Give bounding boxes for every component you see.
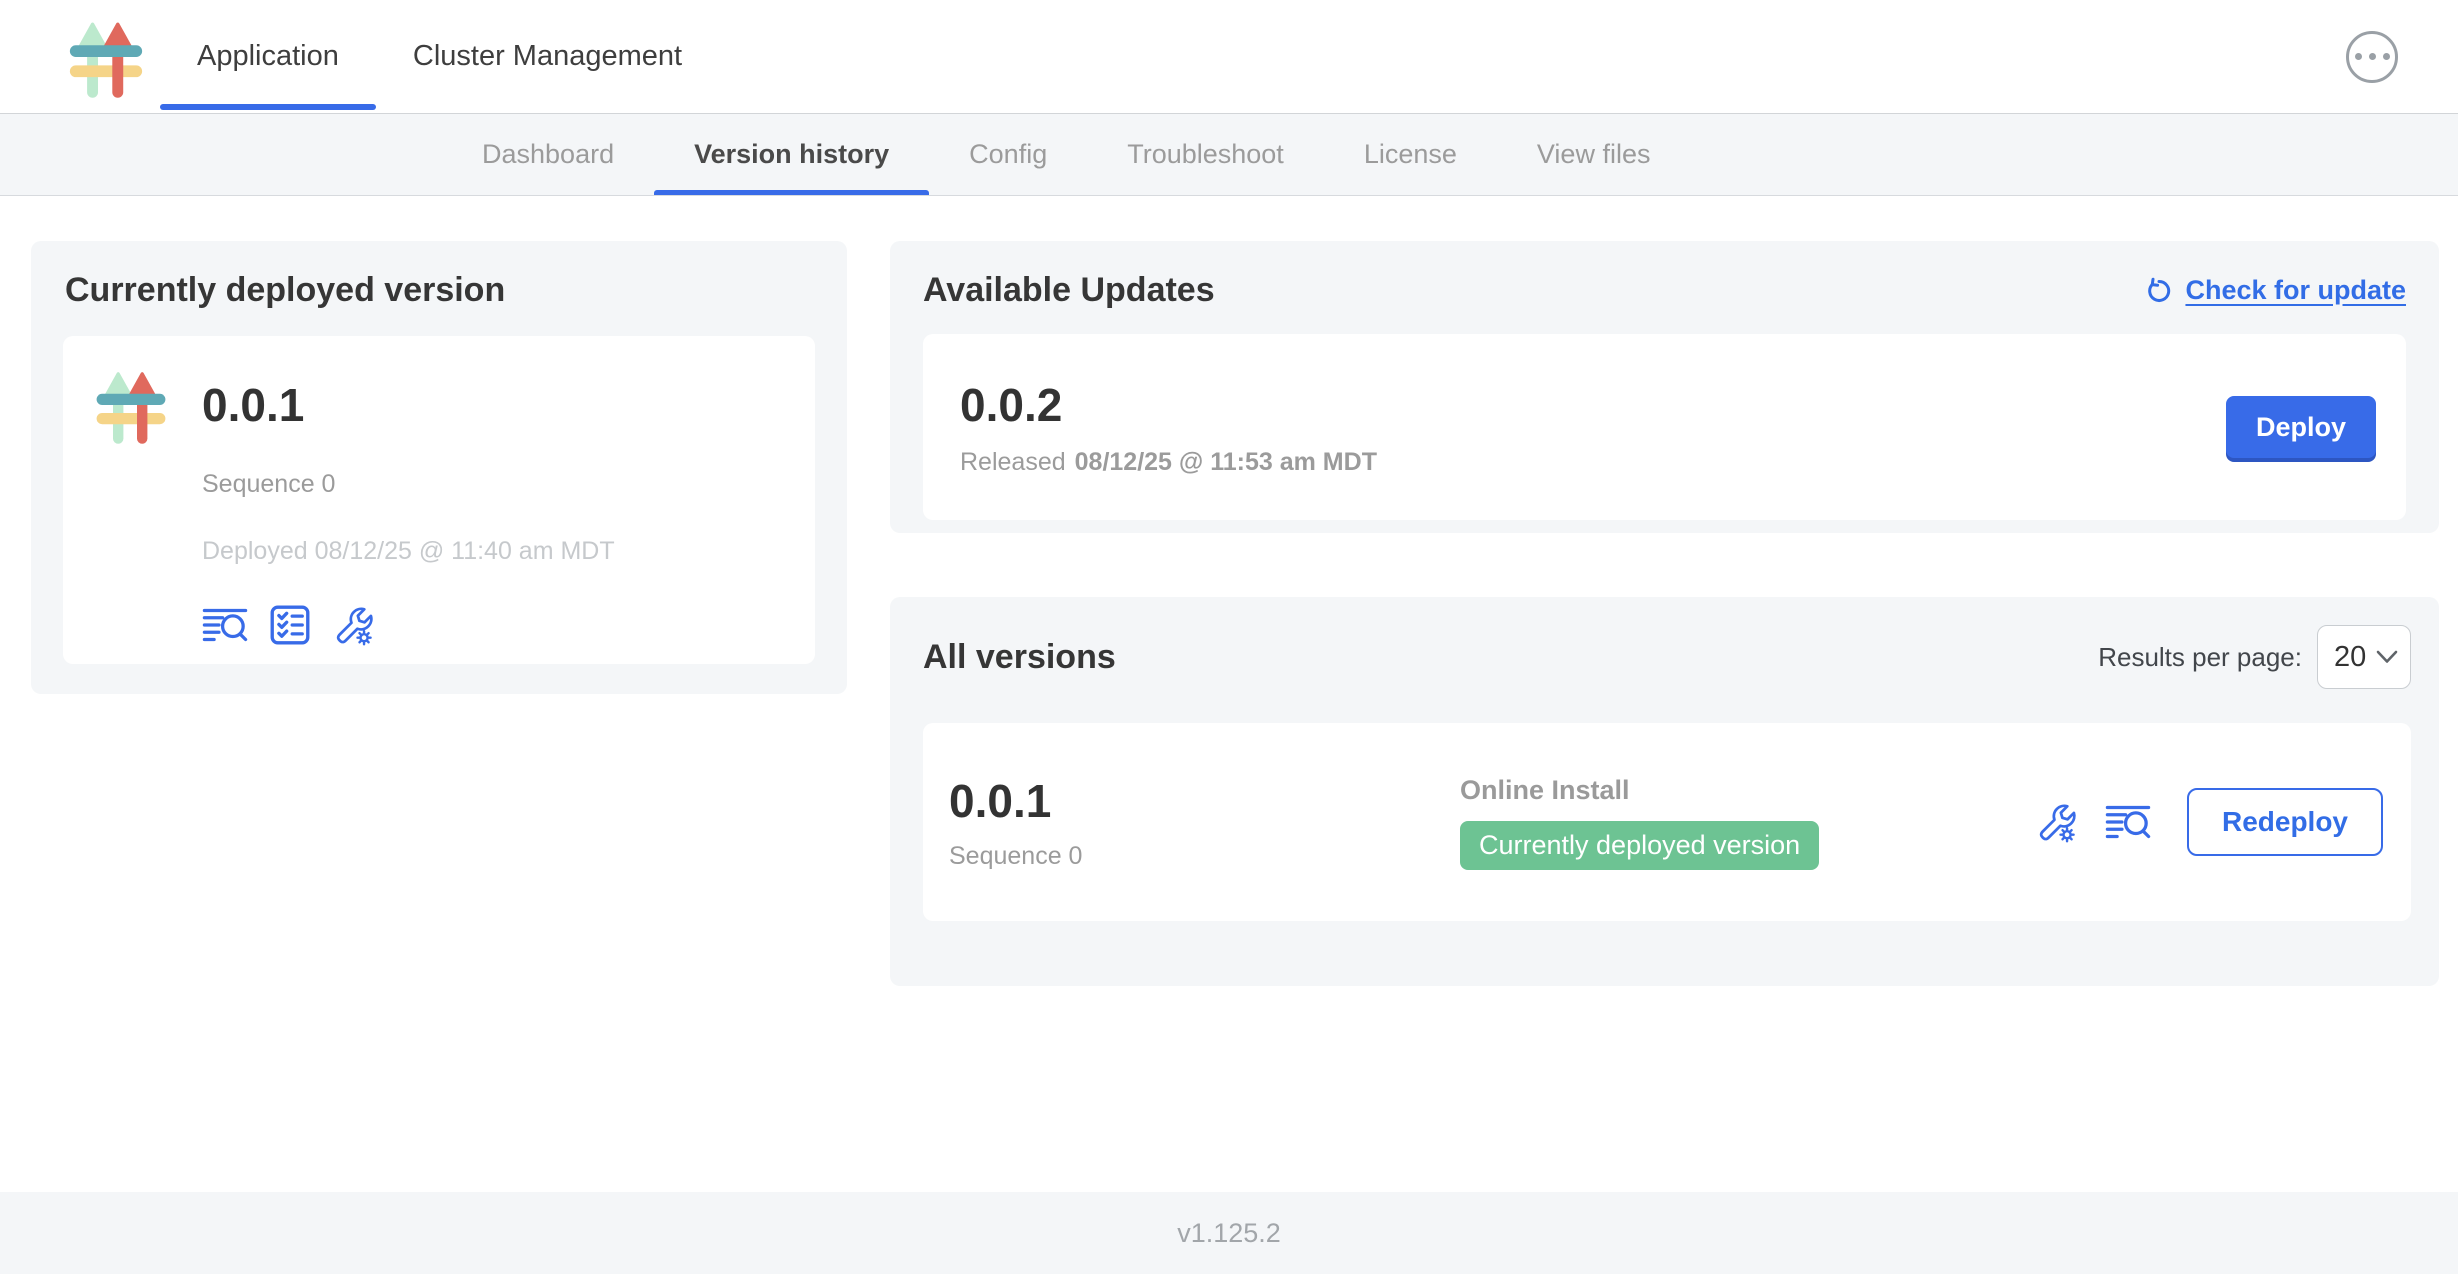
subtab-dashboard-label: Dashboard (482, 139, 614, 170)
all-versions-title: All versions (923, 638, 1116, 677)
available-updates-title: Available Updates (923, 271, 1215, 310)
edit-config-button[interactable] (332, 604, 374, 646)
subtab-license-label: License (1364, 139, 1457, 170)
subtab-version-history-label: Version history (694, 139, 889, 170)
redeploy-button[interactable]: Redeploy (2187, 788, 2383, 856)
available-updates-panel: Available Updates Check for update 0.0.2… (890, 241, 2439, 533)
app-version-icon (91, 362, 171, 453)
app-subnav: Dashboard Version history Config Trouble… (0, 114, 2458, 196)
subtab-version-history[interactable]: Version history (654, 114, 929, 195)
refresh-icon (2144, 276, 2174, 306)
app-logo-icon (62, 15, 150, 99)
install-type-label: Online Install (1460, 775, 1819, 806)
main-content: Currently deployed version 0.0.1 Sequenc… (0, 196, 2458, 1192)
view-logs-icon (2105, 803, 2151, 841)
check-for-update-link[interactable]: Check for update (2144, 275, 2406, 306)
currently-deployed-panel: Currently deployed version 0.0.1 Sequenc… (31, 241, 847, 694)
row-view-logs-button[interactable] (2105, 803, 2151, 841)
update-version-number: 0.0.2 (960, 378, 1377, 432)
row-edit-config-button[interactable] (2035, 801, 2077, 843)
version-row: 0.0.1 Sequence 0 Online Install Currentl… (923, 723, 2411, 921)
page-footer: v1.125.2 (0, 1192, 2458, 1274)
view-logs-icon (202, 606, 248, 644)
subtab-view-files-label: View files (1537, 139, 1651, 170)
subtab-config[interactable]: Config (929, 114, 1087, 195)
subtab-view-files[interactable]: View files (1497, 114, 1691, 195)
currently-deployed-card: 0.0.1 Sequence 0 Deployed 08/12/25 @ 11:… (63, 336, 815, 664)
row-sequence: Sequence 0 (949, 842, 1460, 871)
subtab-troubleshoot-label: Troubleshoot (1127, 139, 1284, 170)
tab-cluster-management[interactable]: Cluster Management (376, 0, 719, 113)
deployed-version-number: 0.0.1 (202, 362, 815, 448)
results-per-page-label: Results per page: (2098, 642, 2302, 673)
view-deploy-logs-button[interactable] (202, 606, 248, 644)
available-update-row: 0.0.2 Released08/12/25 @ 11:53 am MDT De… (923, 334, 2406, 520)
row-version-number: 0.0.1 (949, 774, 1460, 828)
top-nav: Application Cluster Management (160, 0, 719, 113)
results-per-page-select[interactable]: 20 (2317, 625, 2411, 689)
tab-cluster-management-label: Cluster Management (413, 40, 682, 73)
config-wrench-gear-icon (332, 604, 374, 646)
tab-application[interactable]: Application (160, 0, 376, 113)
app-logo (0, 0, 160, 113)
subtab-troubleshoot[interactable]: Troubleshoot (1087, 114, 1324, 195)
currently-deployed-title: Currently deployed version (65, 271, 815, 310)
more-menu-button[interactable] (2346, 31, 2398, 83)
subtab-config-label: Config (969, 139, 1047, 170)
tab-application-label: Application (197, 40, 339, 73)
all-versions-panel: All versions Results per page: 20 0.0.1 … (890, 597, 2439, 986)
deployed-sequence: Sequence 0 (202, 470, 815, 499)
admin-console-version: v1.125.2 (1177, 1218, 1281, 1249)
config-wrench-gear-icon (2035, 801, 2077, 843)
subtab-license[interactable]: License (1324, 114, 1497, 195)
currently-deployed-badge: Currently deployed version (1460, 821, 1819, 870)
preflight-checklist-icon (270, 605, 310, 645)
subtab-dashboard[interactable]: Dashboard (442, 114, 654, 195)
preflight-results-button[interactable] (270, 605, 310, 645)
ellipsis-icon (2355, 53, 2390, 60)
deploy-button[interactable]: Deploy (2226, 396, 2376, 458)
deployed-timestamp: Deployed 08/12/25 @ 11:40 am MDT (202, 537, 815, 566)
check-for-update-label: Check for update (2185, 275, 2406, 306)
top-header: Application Cluster Management (0, 0, 2458, 114)
update-released-line: Released08/12/25 @ 11:53 am MDT (960, 448, 1377, 477)
deployed-actions (202, 604, 815, 646)
